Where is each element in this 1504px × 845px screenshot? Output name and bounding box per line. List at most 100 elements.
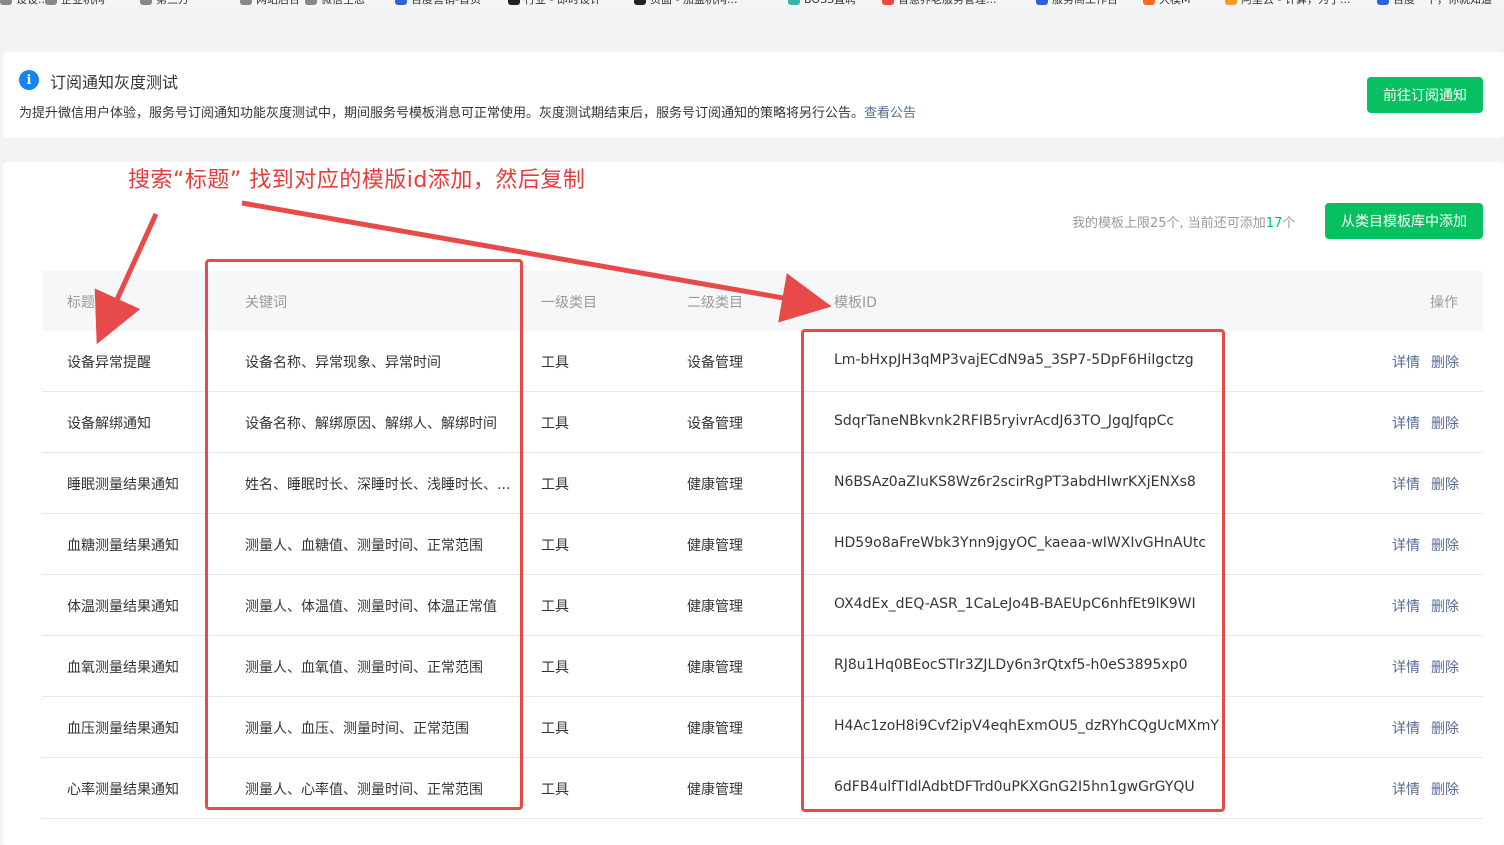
annotation-text: 搜索“标题” 找到对应的模版id添加，然后复制 (128, 168, 586, 193)
detail-link[interactable]: 详情 (1392, 535, 1420, 555)
cell-category2: 健康管理 (687, 599, 743, 615)
bookmark-label: 百度一下，你就知道 (1393, 0, 1492, 7)
detail-link[interactable]: 详情 (1392, 413, 1420, 433)
bookmark-item[interactable]: 百度营销-首页 (395, 0, 481, 7)
bookmark-label: 第三方 (156, 0, 189, 7)
cell-category1: 工具 (541, 599, 569, 615)
cell-category2: 设备管理 (687, 355, 743, 371)
bookmark-label: 设设... (16, 0, 49, 7)
bookmark-icon (508, 0, 520, 5)
cell-category1: 工具 (541, 782, 569, 798)
detail-link[interactable]: 详情 (1392, 657, 1420, 677)
delete-link[interactable]: 删除 (1431, 474, 1459, 494)
bookmark-label: 智慧养老服务管理... (898, 0, 997, 7)
cell-title: 心率测量结果通知 (67, 782, 179, 798)
bookmark-item[interactable]: 行业 - 即时设计 (508, 0, 601, 7)
cell-title: 体温测量结果通知 (67, 599, 179, 615)
bookmark-icon (788, 0, 800, 5)
cell-category2: 健康管理 (687, 538, 743, 554)
bookmark-label: 网站后台 (256, 0, 300, 7)
bookmark-icon (395, 0, 407, 5)
bookmark-icon (0, 0, 12, 5)
bookmark-item[interactable]: 微信生态 (305, 0, 365, 7)
add-from-library-button[interactable]: 从类目模板库中添加 (1325, 203, 1483, 239)
bookmark-label: 行业 - 即时设计 (524, 0, 601, 7)
cell-title: 设备异常提醒 (67, 355, 151, 371)
bookmark-icon (1143, 0, 1155, 5)
detail-link[interactable]: 详情 (1392, 352, 1420, 372)
bookmark-icon (1225, 0, 1237, 5)
cell-category1: 工具 (541, 355, 569, 371)
delete-link[interactable]: 删除 (1431, 596, 1459, 616)
notice-description-text: 为提升微信用户体验，服务号订阅通知功能灰度测试中，期间服务号模板消息可正常使用。… (19, 106, 865, 121)
delete-link[interactable]: 删除 (1431, 779, 1459, 799)
cell-category2: 健康管理 (687, 477, 743, 493)
bookmark-icon (45, 0, 57, 5)
cell-category2: 健康管理 (687, 721, 743, 737)
detail-link[interactable]: 详情 (1392, 596, 1420, 616)
cell-category2: 设备管理 (687, 416, 743, 432)
quota-suffix: 个 (1282, 216, 1296, 231)
bookmark-item[interactable]: 网站后台 (240, 0, 300, 7)
cell-category1: 工具 (541, 721, 569, 737)
bookmark-item[interactable]: 百度一下，你就知道 (1377, 0, 1492, 7)
bookmark-label: 页面 - 加盟机构... (650, 0, 737, 7)
header-category1: 一级类目 (541, 295, 597, 311)
bookmark-item[interactable]: 服务商工作台 (1036, 0, 1118, 7)
cell-title: 血氧测量结果通知 (67, 660, 179, 676)
quota-remaining: 17 (1265, 216, 1283, 231)
bookmark-item[interactable]: 大模M (1143, 0, 1191, 7)
bookmark-icon (240, 0, 252, 5)
notice-description: 为提升微信用户体验，服务号订阅通知功能灰度测试中，期间服务号模板消息可正常使用。… (19, 102, 916, 121)
notice-title: 订阅通知灰度测试 (50, 73, 179, 92)
template-quota: 我的模板上限25个, 当前还可添加17个 (1072, 212, 1295, 231)
bookmark-item[interactable]: 设设... (0, 0, 49, 7)
delete-link[interactable]: 删除 (1431, 413, 1459, 433)
bookmark-item[interactable]: BOSS直聘 (788, 0, 856, 7)
bookmark-label: 服务商工作台 (1052, 0, 1118, 7)
bookmark-label: 企业机构 (61, 0, 105, 7)
bookmark-label: 阿里云 - 计算，为了... (1241, 0, 1350, 7)
cell-category1: 工具 (541, 416, 569, 432)
bookmark-item[interactable]: 阿里云 - 计算，为了... (1225, 0, 1350, 7)
detail-link[interactable]: 详情 (1392, 474, 1420, 494)
quota-prefix: 我的模板上限25个, 当前还可添加 (1072, 216, 1266, 231)
bookmark-item[interactable]: 页面 - 加盟机构... (634, 0, 737, 7)
template-id-highlight-box (801, 329, 1225, 812)
header-category2: 二级类目 (687, 295, 743, 311)
info-icon: i (19, 70, 39, 90)
detail-link[interactable]: 详情 (1392, 779, 1420, 799)
bookmark-icon (140, 0, 152, 5)
delete-link[interactable]: 删除 (1431, 657, 1459, 677)
bookmark-item[interactable]: 智慧养老服务管理... (882, 0, 997, 7)
header-operation: 操作 (1430, 295, 1458, 311)
bookmark-label: BOSS直聘 (804, 0, 856, 7)
bookmark-icon (1036, 0, 1048, 5)
bookmark-label: 大模M (1159, 0, 1191, 7)
bookmark-icon (634, 0, 646, 5)
bookmark-label: 百度营销-首页 (411, 0, 481, 7)
delete-link[interactable]: 删除 (1431, 352, 1459, 372)
cell-title: 血压测量结果通知 (67, 721, 179, 737)
cell-category1: 工具 (541, 660, 569, 676)
detail-link[interactable]: 详情 (1392, 718, 1420, 738)
bookmarks-bar: 设设... 企业机构 第三方 网站后台 微信生态 百度营销-首页 行业 - 即时设计 页面 -… (0, 0, 1504, 8)
goto-subscribe-button[interactable]: 前往订阅通知 (1367, 77, 1483, 113)
cell-category2: 健康管理 (687, 782, 743, 798)
bookmark-item[interactable]: 第三方 (140, 0, 189, 7)
view-announcement-link[interactable]: 查看公告 (864, 106, 916, 121)
cell-title: 血糖测量结果通知 (67, 538, 179, 554)
bookmark-item[interactable]: 企业机构 (45, 0, 105, 7)
cell-title: 睡眠测量结果通知 (67, 477, 179, 493)
header-template-id: 模板ID (834, 295, 877, 311)
bookmark-label: 微信生态 (321, 0, 365, 7)
notice-card (3, 52, 1504, 138)
bookmark-icon (305, 0, 317, 5)
cell-category1: 工具 (541, 477, 569, 493)
cell-category2: 健康管理 (687, 660, 743, 676)
bookmark-icon (1377, 0, 1389, 5)
delete-link[interactable]: 删除 (1431, 718, 1459, 738)
cell-title: 设备解绑通知 (67, 416, 151, 432)
delete-link[interactable]: 删除 (1431, 535, 1459, 555)
header-title: 标题 (67, 295, 95, 311)
